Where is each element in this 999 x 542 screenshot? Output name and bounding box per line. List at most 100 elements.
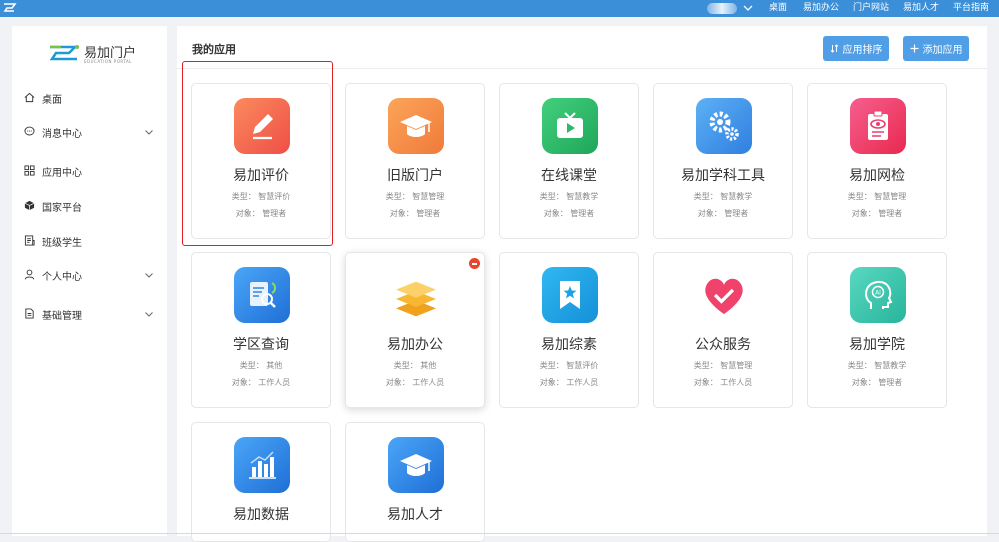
brand-logo[interactable]: 易加门户 EDUCATION PORTAL <box>47 40 137 66</box>
app-target: 对象： 工作人员 <box>231 378 291 387</box>
sort-icon <box>830 44 838 53</box>
add-app-label: 添加应用 <box>922 45 963 56</box>
app-card-public-service[interactable]: 公众服务 类型： 智慧管理 对象： 工作人员 <box>653 252 793 408</box>
header-divider <box>177 68 987 69</box>
topnav-desktop[interactable]: 桌面 <box>769 2 787 15</box>
chevron-down-icon <box>145 130 153 135</box>
user-icon <box>24 269 35 280</box>
app-target: 对象： 工作人员 <box>539 378 599 387</box>
top-bar: 桌面 易加办公 门户网站 易加人才 平台指南 <box>0 0 999 17</box>
sidebar-item-app-center[interactable]: 应用中心 <box>24 161 156 181</box>
app-card-office[interactable]: 易加办公 类型： 其他 对象： 工作人员 <box>345 252 485 408</box>
app-title: 在线课堂 <box>541 168 597 184</box>
message-icon <box>24 126 35 136</box>
pencil-icon <box>234 98 290 154</box>
layers-icon <box>388 267 444 323</box>
document-search-icon <box>234 267 290 323</box>
topnav-portal[interactable]: 门户网站 <box>853 2 889 15</box>
app-card-evaluation[interactable]: 易加评价 类型： 智慧评价 对象： 管理者 <box>191 83 331 239</box>
app-card-data[interactable]: 易加数据 <box>191 422 331 542</box>
app-type: 类型： 智慧管理 <box>847 192 907 201</box>
sidebar-item-basic-management[interactable]: 基础管理 <box>24 304 156 324</box>
sidebar-item-class-students[interactable]: 班级学生 <box>24 231 156 251</box>
chevron-down-icon <box>145 312 153 317</box>
app-type: 类型： 智慧教学 <box>539 192 599 201</box>
app-type: 类型： 智慧管理 <box>385 192 445 201</box>
app-title: 旧版门户 <box>387 168 443 184</box>
clipboard-eye-icon <box>850 98 906 154</box>
app-target: 对象： 管理者 <box>697 209 749 218</box>
tv-icon <box>542 98 598 154</box>
sidebar-item-label: 桌面 <box>42 95 62 106</box>
app-card-online-class[interactable]: 在线课堂 类型： 智慧教学 对象： 管理者 <box>499 83 639 239</box>
cube-icon <box>24 200 35 211</box>
heart-check-icon <box>696 267 752 323</box>
app-title: 易加学院 <box>849 337 905 353</box>
sidebar-item-personal-center[interactable]: 个人中心 <box>24 265 156 285</box>
graduation-cap-icon <box>388 437 444 493</box>
app-card-subject-tools[interactable]: 易加学科工具 类型： 智慧教学 对象： 管理者 <box>653 83 793 239</box>
app-target: 对象： 工作人员 <box>385 378 445 387</box>
app-type: 类型： 其他 <box>393 361 437 370</box>
gears-icon <box>696 98 752 154</box>
app-title: 易加数据 <box>233 507 289 523</box>
sort-apps-label: 应用排序 <box>842 45 883 56</box>
portal-logo-icon <box>49 45 79 61</box>
app-target: 对象： 管理者 <box>389 209 441 218</box>
app-target: 对象： 管理者 <box>235 209 287 218</box>
chevron-down-icon[interactable] <box>742 2 754 14</box>
app-target: 对象： 工作人员 <box>693 378 753 387</box>
sort-apps-button[interactable]: 应用排序 <box>823 36 889 61</box>
app-card-net-check[interactable]: 易加网检 类型： 智慧管理 对象： 管理者 <box>807 83 947 239</box>
app-title: 易加办公 <box>387 337 443 353</box>
home-icon <box>24 92 35 103</box>
app-title: 学区查询 <box>233 337 289 353</box>
app-title: 易加综素 <box>541 337 597 353</box>
app-type: 类型： 智慧管理 <box>693 361 753 370</box>
app-type: 类型： 智慧教学 <box>693 192 753 201</box>
app-type: 类型： 智慧评价 <box>231 192 291 201</box>
document-icon <box>25 308 34 319</box>
app-card-academy[interactable]: AI 易加学院 类型： 智慧教学 对象： 管理者 <box>807 252 947 408</box>
svg-text:AI: AI <box>875 290 881 297</box>
app-card-talent[interactable]: 易加人才 <box>345 422 485 542</box>
sidebar-item-messages[interactable]: 消息中心 <box>24 122 156 142</box>
app-target: 对象： 管理者 <box>851 209 903 218</box>
app-type: 类型： 智慧教学 <box>847 361 907 370</box>
plus-icon <box>910 44 918 53</box>
app-title: 易加网检 <box>849 168 905 184</box>
app-title: 公众服务 <box>695 337 751 353</box>
app-target: 对象： 管理者 <box>543 209 595 218</box>
app-title: 易加评价 <box>233 168 289 184</box>
apps-grid-icon <box>24 165 35 176</box>
sidebar-item-label: 消息中心 <box>42 129 82 140</box>
app-type: 类型： 其他 <box>239 361 283 370</box>
bar-chart-icon <box>234 437 290 493</box>
app-type: 类型： 智慧评价 <box>539 361 599 370</box>
chevron-down-icon <box>145 273 153 278</box>
logo-icon <box>3 3 17 12</box>
sidebar-item-desktop[interactable]: 桌面 <box>24 88 156 108</box>
app-title: 易加学科工具 <box>681 168 765 184</box>
topnav-talent[interactable]: 易加人才 <box>903 2 939 15</box>
topnav-guide[interactable]: 平台指南 <box>953 2 989 15</box>
bookmark-star-icon <box>542 267 598 323</box>
app-title: 易加人才 <box>387 507 443 523</box>
page-title: 我的应用 <box>192 43 236 56</box>
brand-subtitle: EDUCATION PORTAL <box>84 59 132 64</box>
app-card-comprehensive-quality[interactable]: 易加综素 类型： 智慧评价 对象： 工作人员 <box>499 252 639 408</box>
topnav-office[interactable]: 易加办公 <box>803 2 839 15</box>
class-icon <box>24 235 35 246</box>
sidebar-item-national-platform[interactable]: 国家平台 <box>24 196 156 216</box>
sidebar-item-label: 国家平台 <box>42 203 82 214</box>
sidebar-item-label: 班级学生 <box>42 238 82 249</box>
user-avatar-blurred[interactable] <box>707 3 737 14</box>
app-card-old-portal[interactable]: 旧版门户 类型： 智慧管理 对象： 管理者 <box>345 83 485 239</box>
app-target: 对象： 管理者 <box>851 378 903 387</box>
sidebar-item-label: 基础管理 <box>42 311 82 322</box>
remove-app-button[interactable] <box>469 258 480 269</box>
app-card-district-query[interactable]: 学区查询 类型： 其他 对象： 工作人员 <box>191 252 331 408</box>
add-app-button[interactable]: 添加应用 <box>903 36 969 61</box>
graduation-cap-icon <box>388 98 444 154</box>
bottom-border <box>0 533 999 534</box>
